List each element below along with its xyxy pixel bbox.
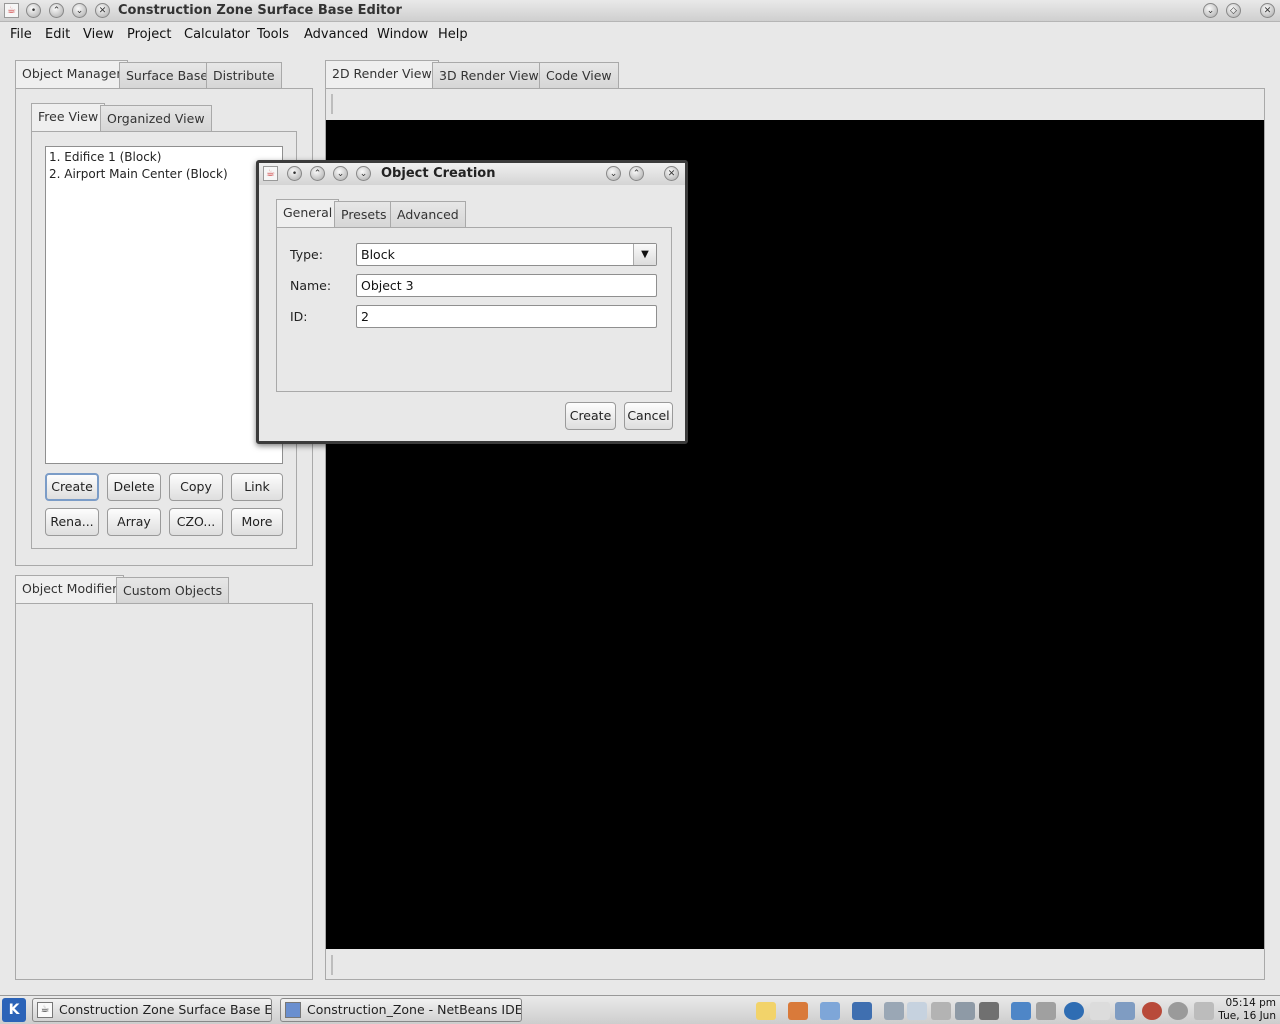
java-app-icon: ☕ bbox=[37, 1002, 53, 1018]
tab-presets[interactable]: Presets bbox=[334, 201, 394, 227]
rename-object-button[interactable]: Rena... bbox=[45, 508, 99, 536]
tab-free-view[interactable]: Free View bbox=[31, 103, 106, 132]
menu-view[interactable]: View bbox=[83, 27, 114, 42]
home-icon[interactable] bbox=[788, 1002, 808, 1020]
chevron-down-icon[interactable]: ▼ bbox=[633, 244, 656, 265]
tab-advanced[interactable]: Advanced bbox=[390, 201, 466, 227]
tab-object-manager[interactable]: Object Manager bbox=[15, 60, 129, 89]
menu-advanced[interactable]: Advanced bbox=[304, 27, 368, 42]
settings-icon[interactable] bbox=[955, 1002, 975, 1020]
trash-icon[interactable] bbox=[1194, 1002, 1214, 1020]
dialog-create-button[interactable]: Create bbox=[565, 402, 616, 430]
tab-surface-base[interactable]: Surface Base bbox=[119, 62, 216, 88]
link-object-button[interactable]: Link bbox=[231, 473, 283, 501]
taskbar-item-netbeans[interactable]: Construction_Zone - NetBeans IDE 6 bbox=[280, 998, 522, 1022]
keyboard-icon[interactable] bbox=[979, 1002, 999, 1020]
menu-file[interactable]: File bbox=[10, 27, 32, 42]
dialog-title: Object Creation bbox=[381, 166, 496, 181]
tab-code-view[interactable]: Code View bbox=[539, 62, 619, 88]
menu-window[interactable]: Window bbox=[377, 27, 428, 42]
list-item[interactable]: 1. Edifice 1 (Block) bbox=[49, 150, 161, 164]
type-select[interactable]: Block ▼ bbox=[356, 243, 657, 266]
id-label: ID: bbox=[290, 309, 308, 324]
tab-custom-objects[interactable]: Custom Objects bbox=[116, 577, 230, 603]
create-object-button[interactable]: Create bbox=[45, 473, 99, 501]
clock-date: Tue, 16 Jun bbox=[1218, 1010, 1276, 1022]
tab-organized-view[interactable]: Organized View bbox=[100, 105, 212, 131]
tab-3d-render-view[interactable]: 3D Render View bbox=[432, 62, 546, 88]
window-menu-icon[interactable]: • bbox=[287, 166, 302, 181]
menu-tools[interactable]: Tools bbox=[257, 27, 289, 42]
taskbar-item-label: Construction Zone Surface Base Edi bbox=[59, 1002, 272, 1017]
tab-object-modifier[interactable]: Object Modifier bbox=[15, 575, 125, 604]
shade-icon[interactable]: ✕ bbox=[95, 3, 110, 18]
netbeans-icon bbox=[285, 1002, 301, 1018]
volume-icon[interactable] bbox=[1036, 1002, 1056, 1020]
maximize-icon[interactable]: ◇ bbox=[1226, 3, 1241, 18]
clock-time: 05:14 pm bbox=[1225, 997, 1277, 1009]
java-app-icon[interactable]: ☕ bbox=[4, 3, 19, 18]
copy-object-button[interactable]: Copy bbox=[169, 473, 223, 501]
power-icon[interactable] bbox=[1168, 1002, 1188, 1020]
device-icon[interactable] bbox=[884, 1002, 904, 1020]
object-list[interactable]: 1. Edifice 1 (Block) 2. Airport Main Cen… bbox=[45, 146, 283, 464]
clipboard-icon[interactable] bbox=[907, 1002, 927, 1020]
taskbar: K ☕ Construction Zone Surface Base Edi C… bbox=[0, 995, 1280, 1024]
object-creation-dialog: ☕ • ⌃ ⌄ ⌄ Object Creation ⌄ ⌃ ✕ General … bbox=[256, 160, 688, 444]
printer-icon[interactable] bbox=[931, 1002, 951, 1020]
menu-edit[interactable]: Edit bbox=[45, 27, 70, 42]
keep-above-icon[interactable]: ⌃ bbox=[310, 166, 325, 181]
statusbar-grip[interactable] bbox=[331, 955, 333, 975]
menu-project[interactable]: Project bbox=[127, 27, 171, 42]
network-icon[interactable] bbox=[852, 1002, 872, 1020]
tab-general[interactable]: General bbox=[276, 199, 340, 228]
tab-distribute[interactable]: Distribute bbox=[206, 62, 282, 88]
object-modifier-panel bbox=[15, 603, 313, 980]
id-field[interactable]: 2 bbox=[356, 305, 657, 328]
more-button[interactable]: More bbox=[231, 508, 283, 536]
monitor-icon[interactable] bbox=[1011, 1002, 1031, 1020]
dialog-title-bar: ☕ • ⌃ ⌄ ⌄ Object Creation ⌄ ⌃ ✕ bbox=[259, 163, 685, 185]
clock[interactable]: 05:14 pm Tue, 16 Jun bbox=[1218, 997, 1276, 1023]
taskbar-item-editor[interactable]: ☕ Construction Zone Surface Base Edi bbox=[32, 998, 272, 1022]
hp-icon[interactable] bbox=[1064, 1002, 1084, 1020]
shade-icon[interactable]: ⌄ bbox=[356, 166, 371, 181]
toolbar-grip[interactable] bbox=[331, 94, 333, 114]
name-label: Name: bbox=[290, 278, 332, 293]
window-title-bar: ☕ • ⌃ ⌄ ✕ Construction Zone Surface Base… bbox=[0, 0, 1280, 22]
minimize-icon[interactable]: ⌄ bbox=[1203, 3, 1218, 18]
minimize-icon[interactable]: ⌄ bbox=[606, 166, 621, 181]
taskbar-item-label: Construction_Zone - NetBeans IDE 6 bbox=[307, 1002, 522, 1017]
czo-button[interactable]: CZO... bbox=[169, 508, 223, 536]
name-field[interactable]: Object 3 bbox=[356, 274, 657, 297]
maximize-icon[interactable]: ⌃ bbox=[629, 166, 644, 181]
menu-bar: File Edit View Project Calculator Tools … bbox=[0, 23, 1280, 47]
dialog-cancel-button[interactable]: Cancel bbox=[624, 402, 673, 430]
type-select-value: Block bbox=[361, 247, 395, 262]
update-icon[interactable] bbox=[1142, 1002, 1162, 1020]
keep-below-icon[interactable]: ⌄ bbox=[333, 166, 348, 181]
keep-below-icon[interactable]: ⌄ bbox=[72, 3, 87, 18]
notes-icon[interactable] bbox=[756, 1002, 776, 1020]
close-icon[interactable]: ✕ bbox=[1260, 3, 1275, 18]
java-app-icon[interactable]: ☕ bbox=[263, 166, 278, 181]
keep-above-icon[interactable]: ⌃ bbox=[49, 3, 64, 18]
menu-help[interactable]: Help bbox=[438, 27, 468, 42]
array-button[interactable]: Array bbox=[107, 508, 161, 536]
mail-icon[interactable] bbox=[820, 1002, 840, 1020]
delete-object-button[interactable]: Delete bbox=[107, 473, 161, 501]
type-label: Type: bbox=[290, 247, 323, 262]
klipper-icon[interactable] bbox=[1090, 1002, 1110, 1020]
list-item[interactable]: 2. Airport Main Center (Block) bbox=[49, 167, 228, 181]
tab-2d-render-view[interactable]: 2D Render View bbox=[325, 60, 439, 89]
kde-menu-icon[interactable]: K bbox=[2, 998, 26, 1022]
close-icon[interactable]: ✕ bbox=[664, 166, 679, 181]
window-title: Construction Zone Surface Base Editor bbox=[118, 3, 402, 18]
menu-calculator[interactable]: Calculator bbox=[184, 27, 250, 42]
notes-tray-icon[interactable] bbox=[1115, 1002, 1135, 1020]
window-menu-icon[interactable]: • bbox=[26, 3, 41, 18]
